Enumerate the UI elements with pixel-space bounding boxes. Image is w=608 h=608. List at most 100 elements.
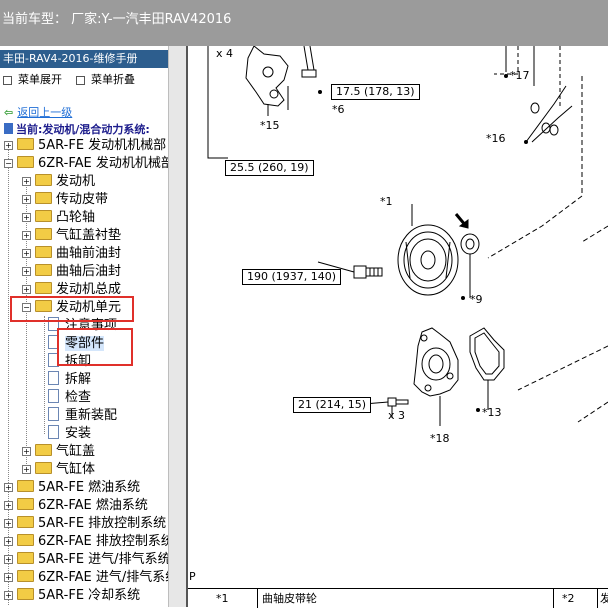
tree-item[interactable]: + 气缸体 — [22, 461, 95, 479]
table-cell: *1 — [188, 589, 258, 608]
tree-item[interactable]: +5AR-FE 燃油系统 — [4, 479, 140, 497]
folder-icon — [35, 462, 52, 474]
collapse-menu-button[interactable]: 菜单折叠 — [76, 71, 135, 87]
expand-node-icon[interactable]: + — [22, 231, 31, 240]
part-label-1: *1 — [380, 195, 393, 208]
tree-item-label: 6ZR-FAE 进气/排气系统 — [38, 570, 168, 585]
tree-item-label: 重新装配 — [65, 408, 118, 423]
part-label-15: *15 — [260, 119, 280, 132]
title-bar: 当前车型： 厂家:Y-一汽丰田RAV42016 — [0, 0, 608, 46]
table-cell: 曲轴皮带轮 — [258, 589, 554, 608]
back-link[interactable]: ⇦ 返回上一级 — [4, 104, 72, 120]
torque-callout-2: 25.5 (260, 19) — [225, 160, 314, 176]
part-label-6: *6 — [332, 103, 345, 116]
folder-icon — [17, 552, 34, 564]
expand-node-icon[interactable]: + — [22, 267, 31, 276]
pane-splitter[interactable] — [168, 46, 188, 607]
expand-menu-button[interactable]: 菜单展开 — [3, 71, 62, 87]
tree-item[interactable]: + 凸轮轴 — [22, 209, 95, 227]
document-icon — [48, 371, 59, 385]
expand-node-icon[interactable]: + — [4, 555, 13, 564]
part-label-9: *9 — [470, 293, 483, 306]
tree-item[interactable]: + 气缸盖 — [22, 443, 95, 461]
part-label-13: *13 — [482, 406, 502, 419]
document-icon — [48, 407, 59, 421]
tree-item-label: 发动机 — [56, 174, 96, 189]
folder-icon — [17, 570, 34, 582]
tree-item-label: 凸轮轴 — [56, 210, 96, 225]
part-label-17: *17 — [510, 69, 530, 82]
folder-icon — [17, 498, 34, 510]
torque-callout-4: 21 (214, 15) — [293, 397, 372, 413]
tree-item[interactable]: + 曲轴后油封 — [22, 263, 121, 281]
expand-node-icon[interactable]: + — [22, 195, 31, 204]
collapse-node-icon[interactable]: − — [4, 159, 13, 168]
table-cell: 发 — [600, 592, 608, 605]
back-arrow-icon: ⇦ — [4, 106, 14, 119]
expand-node-icon[interactable]: + — [4, 573, 13, 582]
tree-item-label: 拆解 — [65, 372, 92, 387]
folder-icon — [17, 138, 34, 150]
tree-item[interactable]: 拆解 — [40, 371, 91, 389]
torque-callout-1: 17.5 (178, 13) — [331, 84, 420, 100]
tree-item[interactable]: + 发动机 — [22, 173, 95, 191]
tree-item-label: 5AR-FE 发动机机械部 — [38, 138, 167, 153]
qty-label-x3: x 3 — [388, 409, 406, 422]
expand-node-icon[interactable]: + — [4, 591, 13, 600]
tree-item[interactable]: 重新装配 — [40, 407, 117, 425]
folder-icon — [17, 588, 34, 600]
tree-item-label: 5AR-FE 冷却系统 — [38, 588, 141, 603]
expand-node-icon[interactable]: + — [22, 213, 31, 222]
tree-item-label: 5AR-FE 排放控制系统 — [38, 516, 167, 531]
tree-item-label: 气缸体 — [56, 462, 96, 477]
expand-node-icon[interactable]: + — [4, 537, 13, 546]
tree-item[interactable]: +5AR-FE 发动机机械部 — [4, 137, 166, 155]
expand-node-icon[interactable]: + — [4, 141, 13, 150]
expand-node-icon[interactable]: + — [22, 249, 31, 258]
tree-item-label: 6ZR-FAE 发动机机械部 — [38, 156, 168, 171]
tree-item[interactable]: +6ZR-FAE 排放控制系统 — [4, 533, 168, 551]
highlight-box-parts — [57, 328, 133, 366]
tree-item-label: 5AR-FE 进气/排气系统 — [38, 552, 168, 567]
tree-item-label: 安装 — [65, 426, 92, 441]
tree-item[interactable]: +5AR-FE 排放控制系统 — [4, 515, 166, 533]
tree-item[interactable]: +5AR-FE 进气/排气系统 — [4, 551, 168, 569]
expand-node-icon[interactable]: + — [4, 519, 13, 528]
expand-node-icon[interactable]: + — [22, 465, 31, 474]
sidebar: 丰田-RAV4-2016-维修手册 菜单展开 菜单折叠 ⇦ 返回上一级 当前:发动… — [0, 46, 168, 607]
tree-item-label: 曲轴后油封 — [56, 264, 122, 279]
folder-icon — [17, 480, 34, 492]
tree-item[interactable]: + 传动皮带 — [22, 191, 108, 209]
folder-icon — [17, 516, 34, 528]
table-cell: *2 — [554, 589, 598, 608]
parts-table-row: *1 曲轴皮带轮 *2 发 — [188, 588, 608, 608]
tree-item[interactable]: 检查 — [40, 389, 91, 407]
expand-node-icon[interactable]: + — [4, 483, 13, 492]
folder-icon — [35, 264, 52, 276]
tree-item-label: 气缸盖 — [56, 444, 96, 459]
tree-item[interactable]: + 气缸盖衬垫 — [22, 227, 121, 245]
expand-node-icon[interactable]: + — [4, 501, 13, 510]
tree-item-label: 发动机总成 — [56, 282, 122, 297]
tree-item[interactable]: +5AR-FE 冷却系统 — [4, 587, 140, 605]
tree-item[interactable]: 安装 — [40, 425, 91, 443]
tree-item[interactable]: + 曲轴前油封 — [22, 245, 121, 263]
folder-icon — [35, 444, 52, 456]
tree-item-label: 传动皮带 — [56, 192, 109, 207]
current-path: 当前:发动机/混合动力系统: — [4, 121, 150, 137]
book-icon — [4, 123, 13, 134]
page-marker: P — [189, 570, 196, 583]
document-icon — [48, 389, 59, 403]
tree-item[interactable]: − 6ZR-FAE 发动机机械部 — [4, 155, 168, 173]
tree-item[interactable]: +6ZR-FAE 进气/排气系统 — [4, 569, 168, 587]
expand-node-icon[interactable]: + — [22, 177, 31, 186]
folder-icon — [35, 228, 52, 240]
folder-icon — [35, 210, 52, 222]
expand-icon — [3, 75, 12, 85]
tree-item-label: 曲轴前油封 — [56, 246, 122, 261]
expand-node-icon[interactable]: + — [22, 447, 31, 456]
tree-item-label: 气缸盖衬垫 — [56, 228, 122, 243]
tree-item-label: 检查 — [65, 390, 92, 405]
tree-item[interactable]: +6ZR-FAE 燃油系统 — [4, 497, 148, 515]
expand-node-icon[interactable]: + — [22, 285, 31, 294]
